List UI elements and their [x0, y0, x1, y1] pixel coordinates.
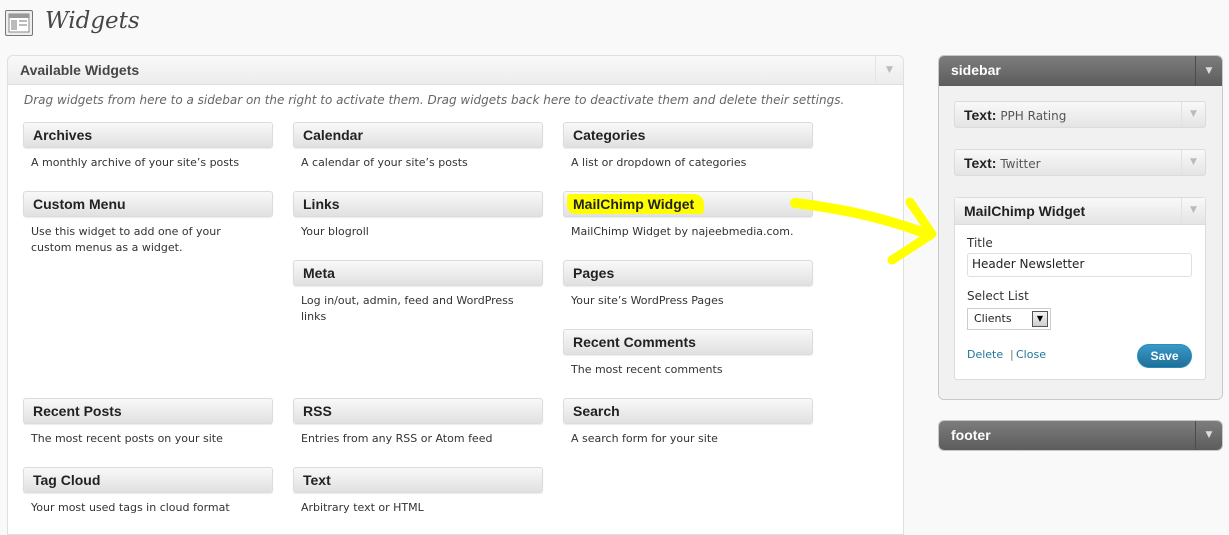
save-button[interactable]: Save — [1137, 344, 1192, 368]
select-list-dropdown[interactable]: Clients ▼ — [967, 308, 1051, 330]
widget-description: A search form for your site — [571, 432, 718, 445]
sidebar-header[interactable]: sidebar ▼ — [939, 56, 1222, 86]
widget-recent-comments[interactable]: Recent Comments The most recent comments — [563, 329, 813, 378]
widget-expand-icon[interactable]: ▼ — [1181, 102, 1205, 127]
sidebar-area: sidebar ▼ Text: PPH Rating ▼ Text: Twitt… — [938, 55, 1223, 400]
widget-rss[interactable]: RSS Entries from any RSS or Atom feed — [293, 398, 543, 447]
widget-expand-icon[interactable]: ▼ — [1181, 150, 1205, 175]
widget-title[interactable]: Recent Comments — [563, 329, 813, 355]
widget-description: The most recent comments — [571, 363, 723, 376]
widget-description: The most recent posts on your site — [31, 432, 223, 445]
widget-description: A monthly archive of your site’s posts — [31, 156, 240, 169]
widget-type: Text: — [964, 155, 997, 171]
widget-title[interactable]: Custom Menu — [23, 191, 273, 217]
close-link[interactable]: Close — [1016, 348, 1046, 361]
widget-meta[interactable]: Meta Log in/out, admin, feed and WordPre… — [293, 260, 543, 325]
collapse-toggle-icon[interactable]: ▼ — [875, 56, 903, 84]
delete-link[interactable]: Delete — [967, 348, 1003, 361]
available-widgets-title: Available Widgets — [20, 62, 140, 78]
available-widgets-panel: Available Widgets ▼ Drag widgets from he… — [7, 55, 904, 535]
widget-text[interactable]: Text Arbitrary text or HTML — [293, 467, 543, 516]
sidebar-body: Text: PPH Rating ▼ Text: Twitter ▼ MailC… — [939, 86, 1222, 399]
select-list-label: Select List — [967, 289, 1029, 303]
widget-tag-cloud[interactable]: Tag Cloud Your most used tags in cloud f… — [23, 467, 273, 516]
widget-description: Your site’s WordPress Pages — [571, 294, 724, 307]
footer-title: footer — [951, 427, 991, 443]
widget-title[interactable]: Archives — [23, 122, 273, 148]
sidebar-widget-mailchimp: MailChimp Widget ▼ Title Header Newslett… — [954, 197, 1206, 380]
widget-title[interactable]: Categories — [563, 122, 813, 148]
mailchimp-widget-title: MailChimp Widget — [964, 203, 1086, 219]
widget-title[interactable]: Text — [293, 467, 543, 493]
widget-archives[interactable]: Archives A monthly archive of your site’… — [23, 122, 273, 171]
widget-pages[interactable]: Pages Your site’s WordPress Pages — [563, 260, 813, 309]
sidebar-title: sidebar — [951, 62, 1001, 78]
widget-description: Log in/out, admin, feed and WordPress li… — [301, 294, 514, 323]
widget-description: Use this widget to add one of your custo… — [31, 225, 221, 254]
widget-description: A list or dropdown of categories — [571, 156, 747, 169]
widget-title[interactable]: RSS — [293, 398, 543, 424]
annotation-arrow-icon — [790, 197, 937, 265]
widget-description: Your most used tags in cloud format — [31, 501, 230, 514]
widget-custom-menu[interactable]: Custom Menu Use this widget to add one o… — [23, 191, 273, 256]
widget-links[interactable]: Links Your blogroll — [293, 191, 543, 240]
widget-title[interactable]: Links — [293, 191, 543, 217]
widget-title[interactable]: Tag Cloud — [23, 467, 273, 493]
widget-title[interactable]: Pages — [563, 260, 813, 286]
widget-instance-title: Twitter — [1000, 157, 1041, 171]
highlighted-widget-title: MailChimp Widget — [567, 194, 705, 214]
widget-description: Your blogroll — [301, 225, 369, 238]
sidebar-widget-text-twitter[interactable]: Text: Twitter ▼ — [954, 149, 1206, 176]
sidebar-widget-text-pph-rating[interactable]: Text: PPH Rating ▼ — [954, 101, 1206, 128]
mailchimp-widget-header[interactable]: MailChimp Widget ▼ — [955, 198, 1205, 225]
available-widgets-header[interactable]: Available Widgets ▼ — [8, 56, 903, 85]
widget-title[interactable]: Calendar — [293, 122, 543, 148]
widget-title[interactable]: MailChimp Widget — [563, 191, 813, 217]
widget-title[interactable]: Search — [563, 398, 813, 424]
widget-categories[interactable]: Categories A list or dropdown of categor… — [563, 122, 813, 171]
widget-description: Entries from any RSS or Atom feed — [301, 432, 493, 445]
widget-collapse-icon[interactable]: ▼ — [1181, 198, 1205, 223]
widget-description: A calendar of your site’s posts — [301, 156, 468, 169]
widget-search[interactable]: Search A search form for your site — [563, 398, 813, 447]
widget-calendar[interactable]: Calendar A calendar of your site’s posts — [293, 122, 543, 171]
widget-recent-posts[interactable]: Recent Posts The most recent posts on yo… — [23, 398, 273, 447]
widget-instance-title: PPH Rating — [1000, 109, 1067, 123]
footer-header[interactable]: footer ▼ — [939, 421, 1222, 450]
dropdown-arrow-icon[interactable]: ▼ — [1032, 311, 1048, 327]
widget-description: MailChimp Widget by najeebmedia.com. — [571, 225, 794, 238]
widgets-icon — [5, 10, 33, 36]
sidebar-toggle-icon[interactable]: ▼ — [1195, 56, 1222, 86]
page-title: Widgets — [45, 8, 140, 34]
widget-type: Text: — [964, 107, 997, 123]
widget-mailchimp[interactable]: MailChimp Widget MailChimp Widget by naj… — [563, 191, 813, 240]
link-separator: | — [1010, 348, 1014, 361]
widget-title[interactable]: Recent Posts — [23, 398, 273, 424]
widget-description: Arbitrary text or HTML — [301, 501, 424, 514]
footer-area: footer ▼ — [938, 420, 1223, 451]
footer-toggle-icon[interactable]: ▼ — [1195, 421, 1222, 450]
title-label: Title — [967, 236, 993, 250]
widget-title[interactable]: Meta — [293, 260, 543, 286]
title-input[interactable]: Header Newsletter — [967, 253, 1192, 277]
available-widgets-description: Drag widgets from here to a sidebar on t… — [24, 93, 845, 107]
selected-list-value: Clients — [974, 312, 1012, 325]
